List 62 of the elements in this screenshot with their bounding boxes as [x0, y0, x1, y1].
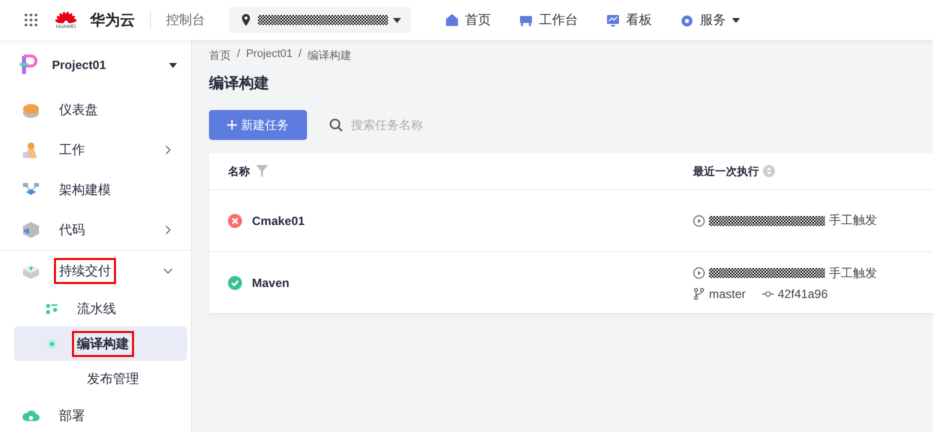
- plus-icon: [227, 120, 237, 130]
- breadcrumb-current: 编译构建: [308, 49, 352, 63]
- new-task-button[interactable]: 新建任务: [209, 110, 307, 140]
- caret-icon: [169, 62, 177, 68]
- menu-label: 工作: [58, 141, 86, 159]
- breadcrumb-separator: /: [237, 48, 240, 62]
- menu-label: 持续交付: [54, 258, 116, 284]
- box-icon: [22, 262, 40, 280]
- region-selector[interactable]: [229, 7, 411, 33]
- sidebar-item[interactable]: 部署: [0, 396, 191, 432]
- commit-hash: 42f41a96: [778, 286, 828, 300]
- menu-label: 仪表盘: [58, 101, 99, 119]
- console-link[interactable]: 控制台: [166, 11, 205, 29]
- column-header: 最近一次执行: [693, 164, 759, 178]
- nav-link[interactable]: 看板: [606, 11, 652, 29]
- branch-name: master: [709, 286, 746, 300]
- trigger-text: 手工触发: [829, 264, 877, 282]
- location-pin-icon: [239, 13, 253, 27]
- breadcrumb-separator: /: [298, 48, 302, 62]
- sidebar-item[interactable]: 仪表盘: [0, 90, 191, 130]
- project-selector[interactable]: Project01: [0, 40, 191, 90]
- desk-icon: [519, 13, 533, 27]
- cube-icon: [22, 221, 40, 239]
- nav-link[interactable]: 首页: [445, 11, 491, 29]
- breadcrumb-link[interactable]: 首页: [209, 48, 231, 63]
- column-header: 名称: [228, 164, 250, 178]
- monitor-icon: [606, 13, 620, 27]
- flower-logo-icon: [55, 10, 77, 24]
- menu-label: 发布管理: [86, 370, 140, 388]
- brand-name: 华为云: [90, 10, 135, 30]
- sidebar-subitem[interactable]: 编译构建: [14, 326, 187, 361]
- sidebar-item[interactable]: 工作: [0, 130, 191, 170]
- task-name[interactable]: Cmake01: [252, 214, 305, 228]
- menu-label: 编译构建: [72, 330, 134, 356]
- sidebar-subitem[interactable]: 流水线: [14, 291, 187, 326]
- hexagon-icon: [45, 336, 59, 350]
- house-icon: [445, 13, 459, 27]
- trigger-text: 手工触发: [829, 212, 877, 229]
- menu-label: 架构建模: [58, 181, 112, 199]
- menu-label: 流水线: [76, 300, 117, 318]
- nav-link[interactable]: 工作台: [519, 11, 578, 29]
- sidebar-subitem[interactable]: 发布管理: [14, 361, 187, 396]
- caret-icon: [393, 18, 401, 22]
- play-icon: [693, 267, 705, 279]
- nav-link[interactable]: 服务: [680, 11, 740, 29]
- menu-label: 代码: [58, 221, 86, 239]
- project-logo-icon: [20, 54, 38, 76]
- pipeline-icon: [45, 302, 59, 316]
- person-icon: [22, 141, 40, 159]
- menu-label: 部署: [58, 407, 86, 425]
- project-name: Project01: [52, 58, 108, 72]
- search-icon: [329, 118, 343, 132]
- apps-menu-icon[interactable]: [24, 13, 38, 27]
- play-icon: [693, 214, 705, 226]
- breadcrumb-link[interactable]: Project01: [246, 48, 293, 63]
- branch-icon: [693, 288, 705, 300]
- search-field[interactable]: 搜索任务名称: [349, 117, 513, 133]
- sidebar-item[interactable]: 架构建模: [0, 170, 191, 210]
- sidebar-item[interactable]: 持续交付: [0, 251, 191, 291]
- page-title: 编译构建: [209, 74, 270, 93]
- sidebar-item[interactable]: 代码: [0, 210, 191, 250]
- task-name[interactable]: Maven: [252, 276, 290, 290]
